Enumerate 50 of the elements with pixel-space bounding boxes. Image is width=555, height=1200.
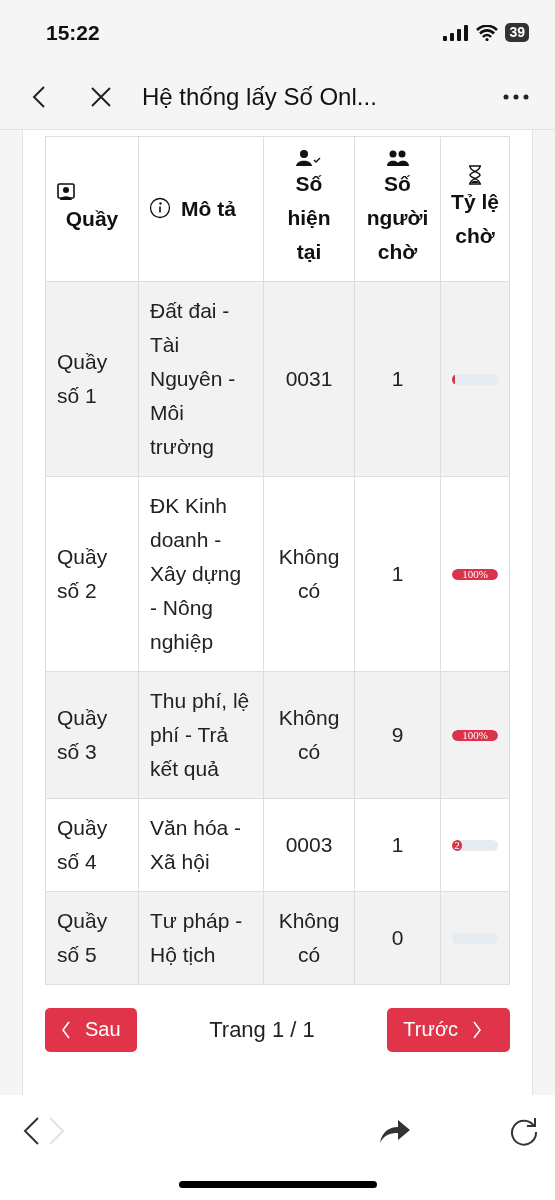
- column-header: Tỷ lệ chờ: [451, 190, 499, 247]
- column-header: Số người chờ: [366, 172, 429, 263]
- progress-fill: 100%: [452, 568, 498, 580]
- person-check-icon: [296, 149, 322, 167]
- counter-cell: Quầy số 4: [57, 816, 108, 873]
- counter-cell: Quầy số 1: [57, 350, 108, 407]
- info-icon: [149, 197, 171, 219]
- more-icon: [503, 94, 529, 100]
- description-cell: Thu phí, lệ phí - Trả kết quả: [150, 689, 250, 780]
- person-screen-icon: [56, 182, 76, 202]
- column-header: Quầy: [65, 207, 119, 230]
- counter-cell: Quầy số 3: [57, 706, 108, 763]
- current-number-cell: Không có: [278, 909, 340, 966]
- waiting-count-cell: 1: [391, 367, 404, 390]
- wifi-icon: [476, 24, 499, 41]
- column-header: Mô tả: [181, 197, 236, 220]
- page-indicator: Trang 1 / 1: [209, 1016, 315, 1043]
- description-cell: Tư pháp - Hộ tịch: [150, 909, 243, 966]
- close-icon: [90, 86, 112, 108]
- chevron-right-icon: [472, 1020, 482, 1039]
- signal-icon: [443, 24, 470, 41]
- description-cell: Đất đai - Tài Nguyên - Môi trường: [150, 299, 236, 458]
- progress-fill: 2: [452, 839, 463, 851]
- description-cell: Văn hóa - Xã hội: [150, 816, 242, 873]
- next-button[interactable]: Trước: [387, 1007, 510, 1052]
- back-icon: [22, 1116, 40, 1146]
- page-title: Hệ thống lấy Số Onl...: [142, 83, 378, 111]
- back-icon: [32, 85, 46, 109]
- status-time: 15:22: [46, 20, 100, 45]
- previous-button[interactable]: Sau: [45, 1007, 137, 1052]
- forward-icon: [48, 1116, 66, 1146]
- hourglass-icon: [467, 165, 483, 185]
- current-number-cell: 0003: [285, 833, 333, 856]
- people-icon: [386, 149, 409, 167]
- chevron-left-icon: [61, 1020, 71, 1039]
- share-icon: [379, 1118, 411, 1144]
- reload-icon: [509, 1116, 539, 1146]
- current-number-cell: Không có: [278, 545, 340, 602]
- column-header: Số hiện tại: [287, 172, 331, 263]
- waiting-count-cell: 1: [391, 562, 404, 585]
- counter-cell: Quầy số 2: [57, 545, 108, 602]
- waiting-count-cell: 9: [391, 723, 404, 746]
- waiting-count-cell: 1: [391, 833, 404, 856]
- current-number-cell: 0031: [285, 367, 333, 390]
- description-cell: ĐK Kinh doanh - Xây dựng - Nông nghiệp: [150, 494, 242, 653]
- progress-fill: 100%: [452, 729, 498, 741]
- waiting-count-cell: 0: [391, 926, 404, 949]
- battery-level: 39: [505, 23, 529, 42]
- current-number-cell: Không có: [278, 706, 340, 763]
- counter-cell: Quầy số 5: [57, 909, 108, 966]
